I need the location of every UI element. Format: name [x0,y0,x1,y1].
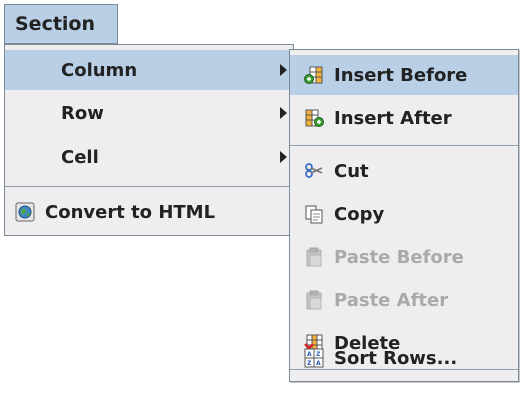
menu-item-cell[interactable]: Cell [5,137,293,177]
submenu-arrow-icon [280,64,287,76]
menu-item-cell-label: Cell [61,146,99,168]
menu-section[interactable]: Section [4,4,118,44]
menu-item-row[interactable]: Row [5,93,293,133]
submenu-item-copy-label: Copy [334,203,385,225]
scissors-icon [305,163,323,178]
submenu-item-cut[interactable]: Cut [290,151,518,191]
menu-separator [290,145,518,146]
svg-text:A: A [316,360,321,367]
submenu-item-insert-before[interactable]: Insert Before [290,55,518,95]
globe-icon [15,202,35,222]
menu-item-convert-label: Convert to HTML [45,201,216,223]
submenu-arrow-icon [280,151,287,163]
sort-icon: A Z Z A [304,348,324,368]
submenu-item-sort-rows-label: Sort Rows... [334,347,458,369]
svg-text:Z: Z [316,351,321,358]
svg-text:A: A [307,351,312,358]
application-window: Section Column Row Cell Convert to HTML [0,0,531,404]
submenu-item-paste-after: Paste After [290,280,518,320]
paste-icon [306,290,322,310]
svg-text:Z: Z [307,360,312,367]
insert-after-icon [305,109,324,127]
copy-icon [305,205,323,224]
submenu-item-sort-rows[interactable]: A Z Z A Sort Rows... [290,338,518,378]
submenu-item-cut-label: Cut [334,160,369,182]
menu-section-label: Section [15,13,96,35]
insert-before-icon [304,66,323,84]
submenu-item-insert-before-label: Insert Before [334,64,468,86]
submenu-item-insert-after-label: Insert After [334,107,452,129]
menu-item-convert-to-html[interactable]: Convert to HTML [5,192,293,232]
section-popup-menu: Column Row Cell Convert to HTML [4,44,294,236]
menu-item-column[interactable]: Column [5,50,293,90]
submenu-item-paste-before: Paste Before [290,237,518,277]
submenu-item-paste-before-label: Paste Before [334,246,464,268]
column-submenu: Insert Before Insert After Cut Copy Past… [289,49,519,382]
submenu-item-copy[interactable]: Copy [290,194,518,234]
menu-item-row-label: Row [61,102,104,124]
submenu-item-insert-after[interactable]: Insert After [290,98,518,138]
submenu-item-paste-after-label: Paste After [334,289,449,311]
menu-item-column-label: Column [61,59,138,81]
menu-separator [5,186,293,187]
submenu-arrow-icon [280,107,287,119]
paste-icon [306,247,322,267]
